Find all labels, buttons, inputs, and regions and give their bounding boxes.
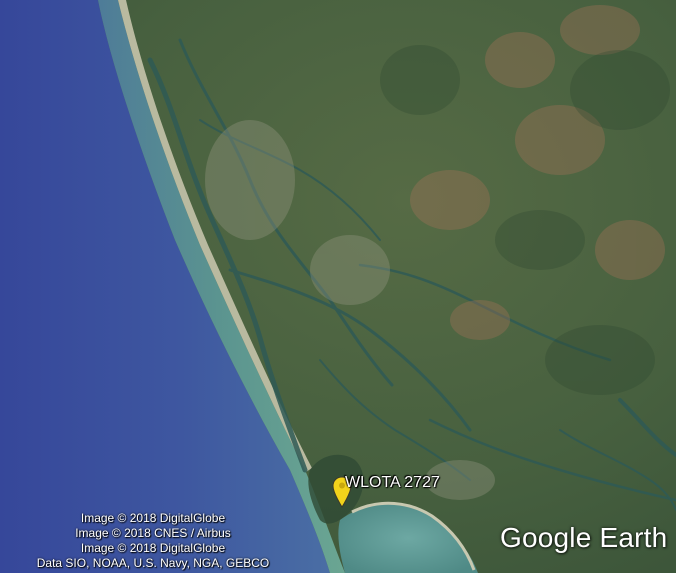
hill-patch-4 [595,220,665,280]
attribution-line: Image © 2018 DigitalGlobe [80,511,226,525]
hill-patch-5 [560,5,640,55]
forest-patch-4 [380,45,460,115]
imagery-attribution: Image © 2018 DigitalGlobe Image © 2018 C… [20,511,286,571]
forest-patch-2 [495,210,585,270]
map-viewport[interactable]: WLOTA 2727 Image © 2018 DigitalGlobe Ima… [0,0,676,573]
urban-patch-1 [205,120,295,240]
urban-patch-2 [310,235,390,305]
hill-patch-6 [450,300,510,340]
hill-patch-1 [410,170,490,230]
hill-patch-3 [485,32,555,88]
placemark-label[interactable]: WLOTA 2727 [345,474,440,492]
attribution-line: Image © 2018 CNES / Airbus [75,526,231,540]
attribution-line: Image © 2018 DigitalGlobe [80,541,226,555]
forest-patch-1 [570,50,670,130]
google-earth-logo: Google Earth [500,522,668,553]
attribution-line: Data SIO, NOAA, U.S. Navy, NGA, GEBCO [36,556,270,570]
forest-patch-3 [545,325,655,395]
